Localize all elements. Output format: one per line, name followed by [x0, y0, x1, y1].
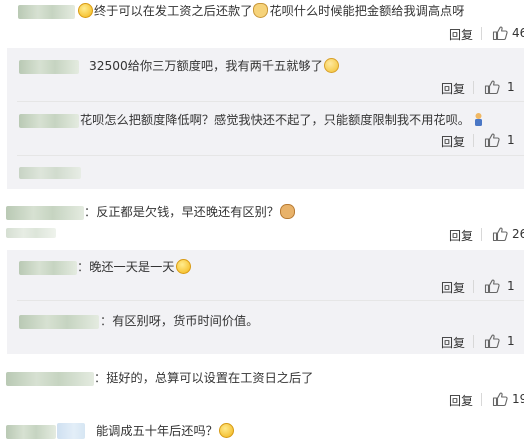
reply-button[interactable]: 回复: [441, 279, 465, 296]
thumbs-up-icon[interactable]: [492, 391, 508, 407]
reply-text: 32500给你三万额度吧，我有两千五就够了: [89, 58, 340, 74]
username-blurred[interactable]: [6, 372, 94, 386]
grin-sweat-icon: [78, 3, 93, 18]
action-divider: [481, 393, 482, 406]
thumbs-up-icon[interactable]: [492, 25, 508, 41]
thumbs-up-icon[interactable]: [484, 79, 500, 95]
reply-button[interactable]: 回复: [441, 334, 465, 351]
username-blurred[interactable]: [19, 114, 79, 128]
like-count: 26: [512, 227, 524, 241]
username-blurred[interactable]: [19, 261, 77, 275]
username-blurred[interactable]: [19, 315, 99, 329]
like-count: 1: [507, 133, 515, 147]
thumbs-up-icon[interactable]: [484, 278, 500, 294]
person-icon: [471, 112, 486, 127]
reply-button[interactable]: 回复: [449, 227, 473, 244]
reply-text: 花呗怎么把额度降低啊？感觉我快还不起了，只能额度限制我不用花呗。: [80, 112, 487, 128]
action-divider: [473, 134, 474, 147]
username-blurred[interactable]: [6, 228, 56, 238]
divider: [17, 155, 524, 156]
reply-button[interactable]: 回复: [449, 26, 473, 43]
username-blurred[interactable]: [19, 60, 79, 74]
action-divider: [481, 228, 482, 241]
divider: [17, 300, 524, 301]
username-blurred[interactable]: [18, 5, 75, 19]
like-count: 46: [512, 26, 524, 40]
action-divider: [481, 27, 482, 40]
thinking-icon: [218, 423, 234, 438]
reply-button[interactable]: 回复: [449, 392, 473, 409]
like-count: 1: [507, 80, 515, 94]
reply-text: ：晚还一天是一天: [77, 259, 192, 275]
comment-text: 能调成五十年后还吗？: [96, 423, 235, 439]
username-blurred[interactable]: [57, 423, 85, 439]
like-count: 1: [507, 279, 515, 293]
thumbs-up-icon[interactable]: [484, 333, 500, 349]
username-blurred[interactable]: [6, 206, 84, 220]
comment-text: ：挺好的，总算可以设置在工资日之后了: [94, 371, 314, 385]
like-count: 1: [507, 334, 515, 348]
more-replies-blurred[interactable]: [19, 167, 81, 179]
thumbs-up-icon[interactable]: [492, 226, 508, 242]
thumbs-up-icon[interactable]: [484, 132, 500, 148]
reply-button[interactable]: 回复: [441, 133, 465, 150]
comment-text: 终于可以在发工资之后还款了 花呗什么时候能把金额给我调高点呀: [77, 3, 464, 19]
reply-text: ：有区别呀，货币时间价值。: [100, 314, 259, 328]
blush-icon: [323, 58, 339, 73]
doge-icon: [280, 204, 295, 219]
like-count: 19: [512, 392, 524, 406]
cat-icon: [253, 3, 269, 18]
action-divider: [473, 280, 474, 293]
divider: [17, 101, 524, 102]
action-divider: [473, 335, 474, 348]
action-divider: [473, 81, 474, 94]
reply-button[interactable]: 回复: [441, 80, 465, 97]
comment-text: ：反正都是欠钱，早还晚还有区别？: [84, 204, 296, 220]
username-blurred[interactable]: [6, 425, 56, 439]
grin-icon: [175, 259, 191, 274]
